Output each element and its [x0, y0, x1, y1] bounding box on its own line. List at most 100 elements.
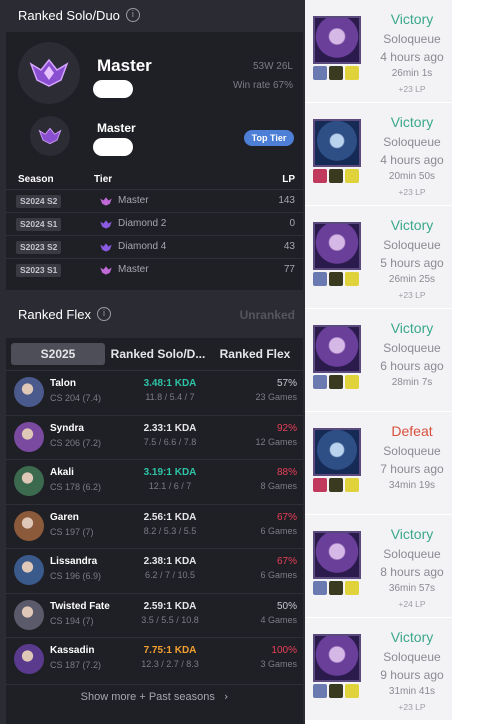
rune-icon: [345, 66, 359, 80]
season-tier: Diamond 4: [118, 241, 167, 252]
season-row: S2023 S2 Diamond 4 43: [6, 235, 303, 258]
champion-row[interactable]: Akali CS 178 (6.2) 3.19:1 KDA 12.1 / 6 / 7 8…: [6, 459, 303, 503]
match-time-ago: 9 hours ago: [380, 668, 444, 682]
show-more-button[interactable]: Show more + Past seasons ›: [6, 684, 303, 708]
match-result: Victory: [390, 114, 434, 130]
summoner-spell-icon: [329, 375, 343, 389]
season-row: S2023 S1 Master 77: [6, 258, 303, 281]
match-card[interactable]: Defeat Soloqueue 7 hours ago 34min 19s: [305, 412, 452, 514]
tab-ranked-flex[interactable]: Ranked Flex: [212, 343, 298, 365]
match-time-ago: 7 hours ago: [380, 462, 444, 476]
lp-redacted-pill: [93, 80, 133, 98]
champion-row[interactable]: Twisted Fate CS 194 (7) 2.59:1 KDA 3.5 / 5.…: [6, 592, 303, 637]
ranked-solo-panel: Master 53W 26L Win rate 67% Master Top T…: [6, 32, 303, 290]
season-row: S2024 S2 Master 143: [6, 189, 303, 212]
match-history-column: Victory Soloqueue 4 hours ago 26min 1s +23 L…: [305, 0, 477, 724]
champion-cs: CS 187 (7.2): [50, 660, 102, 670]
top-tier-badge: Top Tier: [244, 130, 294, 146]
info-icon[interactable]: i: [96, 307, 111, 321]
match-time-ago: 4 hours ago: [380, 50, 444, 64]
season-badge: S2024 S1: [16, 218, 62, 231]
stats-column: Ranked Solo/Duo i Master 53W 26L Win rat…: [0, 0, 305, 724]
season-lp: 143: [278, 195, 295, 206]
match-lp-gain: +24 LP: [398, 599, 426, 609]
champion-row[interactable]: Talon CS 204 (7.4) 3.48:1 KDA 11.8 / 5.4 / …: [6, 370, 303, 414]
champion-row[interactable]: Syndra CS 206 (7.2) 2.33:1 KDA 7.5 / 6.6 / …: [6, 414, 303, 459]
champion-kda: 2.59:1 KDA: [143, 600, 197, 612]
current-tier: Master: [97, 56, 152, 75]
match-card[interactable]: Victory Soloqueue 8 hours ago 36min 57s +24 …: [305, 515, 452, 617]
match-result: Victory: [390, 217, 434, 233]
champion-avatar-icon: [14, 599, 44, 630]
match-queue: Soloqueue: [383, 547, 441, 561]
champion-winrate: 67%: [276, 511, 297, 523]
match-duration: 26min 1s: [391, 68, 433, 79]
match-duration: 26min 25s: [388, 274, 436, 285]
champion-kda: 2.38:1 KDA: [143, 556, 197, 567]
match-time-ago: 6 hours ago: [380, 359, 444, 373]
info-icon[interactable]: i: [125, 8, 140, 22]
match-queue: Soloqueue: [383, 238, 441, 252]
champion-kda-detail: 7.5 / 6.6 / 7.8: [143, 436, 197, 447]
match-queue: Soloqueue: [383, 341, 441, 355]
tier-column-header: Tier: [94, 174, 113, 185]
champion-kda-detail: 12.1 / 6 / 7: [148, 481, 192, 491]
season-lp: 0: [289, 218, 295, 229]
match-lp-gain: +23 LP: [398, 702, 426, 712]
summoner-spell-icon: [329, 684, 343, 698]
champion-row[interactable]: Kassadin CS 187 (7.2) 7.75:1 KDA 12.3 / 2.7…: [6, 637, 303, 681]
match-result: Victory: [390, 629, 434, 645]
champion-cs: CS 204 (7.4): [50, 393, 102, 403]
match-time-ago: 4 hours ago: [380, 153, 444, 167]
match-result: Victory: [390, 526, 434, 542]
flex-status: Unranked: [239, 308, 295, 322]
champion-kda: 2.33:1 KDA: [143, 422, 197, 434]
match-duration: 28min 7s: [391, 377, 433, 388]
match-card[interactable]: Victory Soloqueue 4 hours ago 20min 50s +23 …: [305, 103, 452, 205]
master-emblem-small-icon: [30, 116, 70, 156]
champion-games: 6 Games: [260, 525, 297, 536]
champion-kda-detail: 6.2 / 7 / 10.5: [144, 570, 196, 580]
champion-avatar-icon: [14, 555, 44, 585]
summoner-spell-icon: [313, 478, 327, 492]
syndra-portrait-icon: [313, 634, 361, 682]
match-card[interactable]: Victory Soloqueue 6 hours ago 28min 7s: [305, 309, 452, 411]
champion-avatar-icon: [14, 377, 44, 407]
match-card[interactable]: Victory Soloqueue 4 hours ago 26min 1s +23 L…: [305, 0, 452, 102]
champion-name: Akali: [50, 467, 74, 478]
champion-row[interactable]: Lissandra CS 196 (6.9) 2.38:1 KDA 6.2 / 7 /…: [6, 548, 303, 592]
summoner-spell-icon: [329, 478, 343, 492]
champion-games: 3 Games: [260, 659, 297, 669]
champion-avatar-icon: [14, 466, 44, 496]
champion-cs: CS 197 (7): [50, 526, 94, 537]
tab-season[interactable]: S2025: [11, 343, 105, 365]
syndra-portrait-icon: [313, 16, 361, 64]
season-column-header: Season: [18, 174, 54, 185]
match-queue: Soloqueue: [383, 32, 441, 46]
match-time-ago: 5 hours ago: [380, 256, 444, 270]
syndra-portrait-icon: [313, 222, 361, 270]
match-time-ago: 8 hours ago: [380, 565, 444, 579]
champion-stats-panel: S2025 Ranked Solo/D... Ranked Flex Talon…: [6, 338, 303, 724]
rune-icon: [345, 478, 359, 492]
match-card[interactable]: Victory Soloqueue 9 hours ago 31min 41s +23 …: [305, 618, 452, 720]
match-queue: Soloqueue: [383, 650, 441, 664]
season-badge: S2023 S2: [16, 241, 62, 254]
season-badge: S2024 S2: [16, 195, 62, 208]
champion-row[interactable]: Garen CS 197 (7) 2.56:1 KDA 8.2 / 5.3 / 5.5…: [6, 503, 303, 548]
season-tier: Master: [118, 264, 149, 275]
champion-games: 6 Games: [260, 570, 297, 580]
tab-ranked-solo[interactable]: Ranked Solo/D...: [108, 343, 208, 365]
win-loss-record: 53W 26L: [252, 61, 293, 72]
match-duration: 20min 50s: [388, 171, 436, 182]
chevron-right-icon: ›: [223, 690, 229, 703]
match-duration: 31min 41s: [388, 686, 436, 697]
match-lp-gain: +23 LP: [398, 290, 426, 300]
champion-games: 12 Games: [255, 436, 297, 447]
match-card[interactable]: Victory Soloqueue 5 hours ago 26min 25s +23 …: [305, 206, 452, 308]
champion-cs: CS 206 (7.2): [50, 437, 102, 448]
champion-winrate: 100%: [271, 645, 297, 656]
summoner-spell-icon: [329, 581, 343, 595]
rune-icon: [345, 169, 359, 183]
champion-kda-detail: 8.2 / 5.3 / 5.5: [143, 525, 197, 536]
